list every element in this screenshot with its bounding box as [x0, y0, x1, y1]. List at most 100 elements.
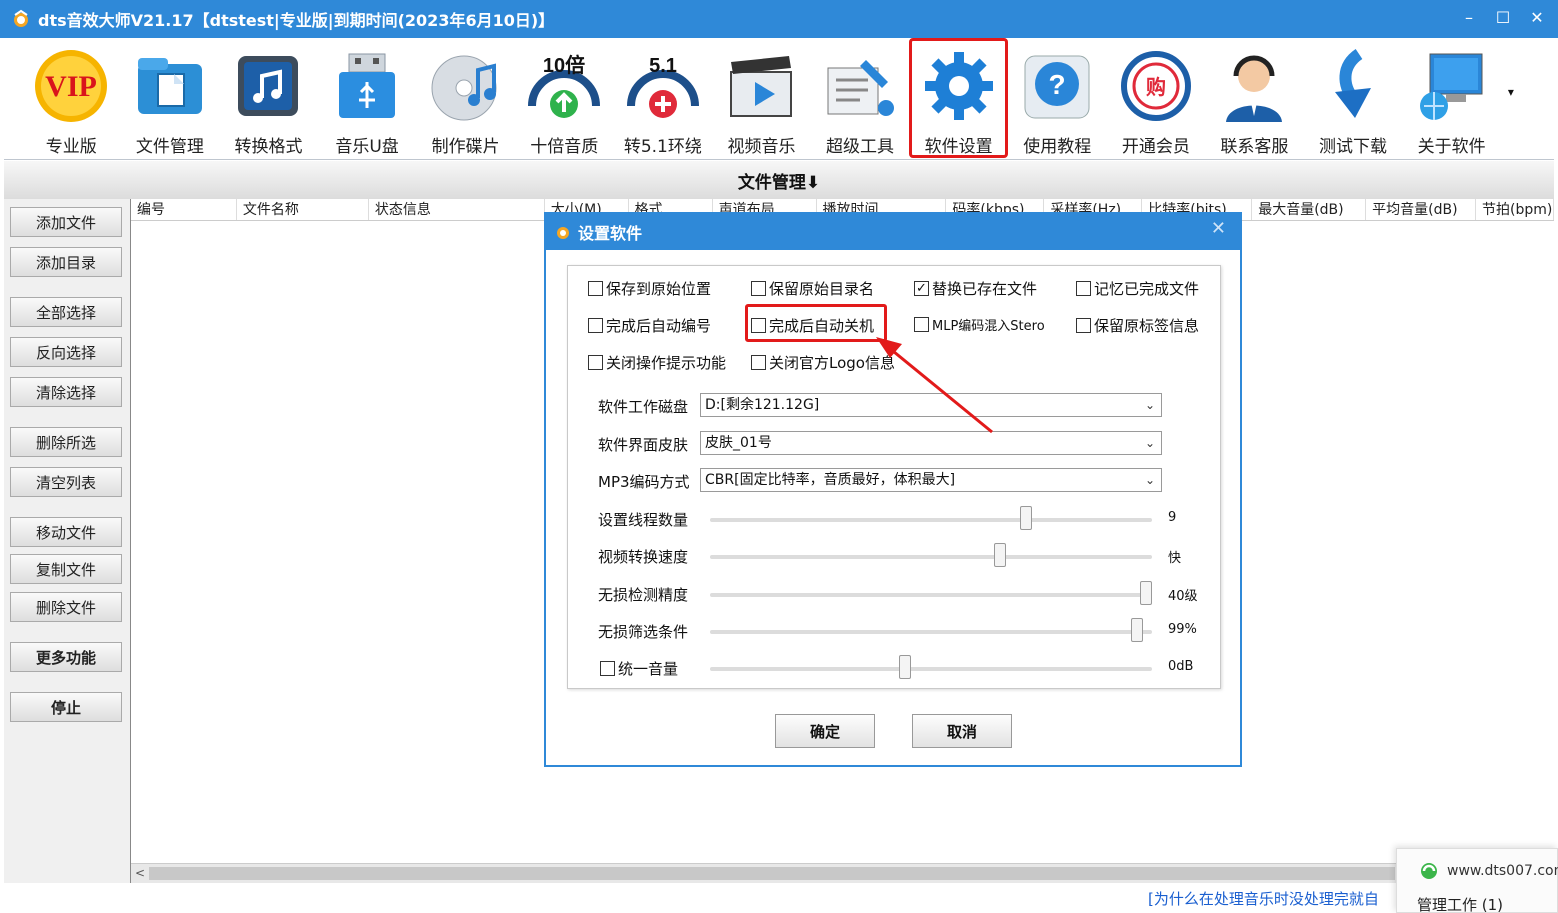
app-logo-icon — [10, 8, 32, 30]
checkbox-box[interactable] — [914, 317, 929, 332]
checkbox-box[interactable] — [600, 661, 615, 676]
checkbox-box[interactable] — [588, 281, 603, 296]
mp3-encoding-label: MP3编码方式 — [598, 473, 690, 491]
toolbar-convert-format[interactable]: 转换格式 — [219, 38, 318, 158]
unify-volume-slider[interactable] — [710, 655, 1152, 679]
lossless-filter-value: 99% — [1168, 622, 1197, 637]
svg-text:5.1: 5.1 — [649, 55, 677, 77]
keep-tags-checkbox[interactable]: 保留原标签信息 — [1076, 315, 1199, 336]
work-disk-select[interactable]: D:[剩余121.12G] ⌄ — [700, 393, 1162, 417]
toolbar-more-dropdown[interactable]: ▾ — [1501, 38, 1521, 158]
checkbox-box[interactable] — [751, 355, 766, 370]
horizontal-scrollbar[interactable]: < — [131, 863, 1555, 883]
dialog-close-icon[interactable]: ✕ — [1211, 218, 1226, 239]
usb-drive-icon — [327, 46, 407, 126]
scroll-left-icon[interactable]: < — [135, 866, 145, 880]
video-clapper-icon — [721, 46, 801, 126]
disable-logo-checkbox[interactable]: 关闭官方Logo信息 — [751, 352, 895, 373]
toolbar-ten-times-quality[interactable]: 10倍 十倍音质 — [515, 38, 614, 158]
toolbar-membership[interactable]: 购 开通会员 — [1107, 38, 1206, 158]
clear-list-button[interactable]: 清空列表 — [10, 467, 122, 497]
vip-badge-icon: VIP — [31, 46, 111, 126]
slider-thumb[interactable] — [1140, 581, 1152, 605]
checkbox-box[interactable] — [1076, 318, 1091, 333]
clear-selection-button[interactable]: 清除选择 — [10, 377, 122, 407]
toolbar-surround[interactable]: 5.1 转5.1环绕 — [614, 38, 713, 158]
unify-volume-checkbox[interactable]: 统一音量 — [600, 658, 678, 679]
move-file-button[interactable]: 移动文件 — [10, 517, 122, 547]
column-header[interactable]: 最大音量(dB) — [1252, 199, 1367, 220]
delete-file-button[interactable]: 删除文件 — [10, 592, 122, 622]
surround-icon: 5.1 — [623, 46, 703, 126]
add-file-button[interactable]: 添加文件 — [10, 207, 122, 237]
mlp-stereo-checkbox[interactable]: MLP编码混入Stero — [914, 315, 1045, 334]
auto-shutdown-checkbox[interactable]: 完成后自动关机 — [751, 315, 874, 336]
checkbox-box[interactable] — [751, 281, 766, 296]
close-button[interactable]: ✕ — [1526, 4, 1548, 30]
toolbar-test-download[interactable]: 测试下载 — [1304, 38, 1403, 158]
toolbar-music-usb[interactable]: 音乐U盘 — [318, 38, 417, 158]
lossless-precision-slider[interactable] — [710, 581, 1152, 605]
keep-original-dirname-checkbox[interactable]: 保留原始目录名 — [751, 278, 874, 299]
customer-service-icon — [1214, 46, 1294, 126]
checkbox-box[interactable] — [588, 318, 603, 333]
skin-select[interactable]: 皮肤_01号 ⌄ — [700, 431, 1162, 455]
toolbar-file-manager[interactable]: 文件管理 — [121, 38, 220, 158]
slider-thumb[interactable] — [899, 655, 911, 679]
add-directory-button[interactable]: 添加目录 — [10, 247, 122, 277]
toolbar-customer-service[interactable]: 联系客服 — [1205, 38, 1304, 158]
copy-file-button[interactable]: 复制文件 — [10, 554, 122, 584]
delete-selected-button[interactable]: 删除所选 — [10, 427, 122, 457]
save-to-original-location-checkbox[interactable]: 保存到原始位置 — [588, 278, 711, 299]
slider-thumb[interactable] — [1020, 506, 1032, 530]
gear-icon — [919, 46, 999, 126]
toolbar-super-tools[interactable]: 超级工具 — [811, 38, 910, 158]
mp3-encoding-select[interactable]: CBR[固定比特率，音质最好，体积最大] ⌄ — [700, 468, 1162, 492]
unify-volume-value: 0dB — [1168, 659, 1194, 674]
checkbox-box[interactable]: ✓ — [914, 281, 929, 296]
section-title: 文件管理⬇ — [4, 161, 1554, 199]
replace-existing-file-checkbox[interactable]: ✓ 替换已存在文件 — [914, 278, 1037, 299]
help-link[interactable]: [为什么在处理音乐时没处理完就自 — [1148, 888, 1379, 909]
toolbar-tutorial[interactable]: ? 使用教程 — [1008, 38, 1107, 158]
column-header[interactable]: 节拍(bpm) — [1476, 199, 1554, 220]
super-tools-icon — [820, 46, 900, 126]
select-all-button[interactable]: 全部选择 — [10, 297, 122, 327]
slider-thumb[interactable] — [994, 543, 1006, 567]
minimize-button[interactable]: – — [1458, 4, 1480, 30]
notification-popup[interactable]: www.dts007.com 管理工作 (1) — [1396, 848, 1558, 913]
toolbar-vip[interactable]: VIP 专业版 — [22, 38, 121, 158]
stop-button[interactable]: 停止 — [10, 692, 122, 722]
disable-tips-checkbox[interactable]: 关闭操作提示功能 — [588, 352, 726, 373]
dialog-app-icon — [554, 223, 572, 241]
checkbox-box[interactable] — [751, 318, 766, 333]
column-header[interactable]: 编号 — [131, 199, 237, 220]
remember-completed-checkbox[interactable]: 记忆已完成文件 — [1076, 278, 1199, 299]
scrollbar-thumb[interactable] — [149, 867, 1395, 880]
shopping-membership-icon: 购 — [1116, 46, 1196, 126]
column-header[interactable]: 状态信息 — [369, 199, 545, 220]
help-question-icon: ? — [1017, 46, 1097, 126]
toolbar-about[interactable]: 关于软件 — [1402, 38, 1501, 158]
chevron-down-icon: ⌄ — [1144, 398, 1155, 412]
checkbox-box[interactable] — [588, 355, 603, 370]
column-header[interactable]: 文件名称 — [237, 199, 369, 220]
cancel-button[interactable]: 取消 — [912, 714, 1012, 748]
invert-selection-button[interactable]: 反向选择 — [10, 337, 122, 367]
auto-number-checkbox[interactable]: 完成后自动编号 — [588, 315, 711, 336]
column-header[interactable]: 平均音量(dB) — [1366, 199, 1477, 220]
checkbox-box[interactable] — [1076, 281, 1091, 296]
ok-button[interactable]: 确定 — [775, 714, 875, 748]
slider-thumb[interactable] — [1131, 618, 1143, 642]
thread-count-slider[interactable] — [710, 506, 1152, 530]
lossless-filter-slider[interactable] — [710, 618, 1152, 642]
toolbar-make-disc[interactable]: 制作碟片 — [416, 38, 515, 158]
maximize-button[interactable]: ☐ — [1492, 4, 1514, 30]
video-speed-slider[interactable] — [710, 543, 1152, 567]
about-computer-icon — [1412, 46, 1492, 126]
title-bar: dts音效大师V21.17【dtstest|专业版|到期时间(2023年6月10… — [0, 0, 1558, 38]
more-functions-button[interactable]: 更多功能 — [10, 642, 122, 672]
toolbar-software-settings[interactable]: 软件设置 — [909, 38, 1008, 158]
browser-logo-icon — [1421, 863, 1437, 879]
toolbar-video-music[interactable]: 视频音乐 — [712, 38, 811, 158]
